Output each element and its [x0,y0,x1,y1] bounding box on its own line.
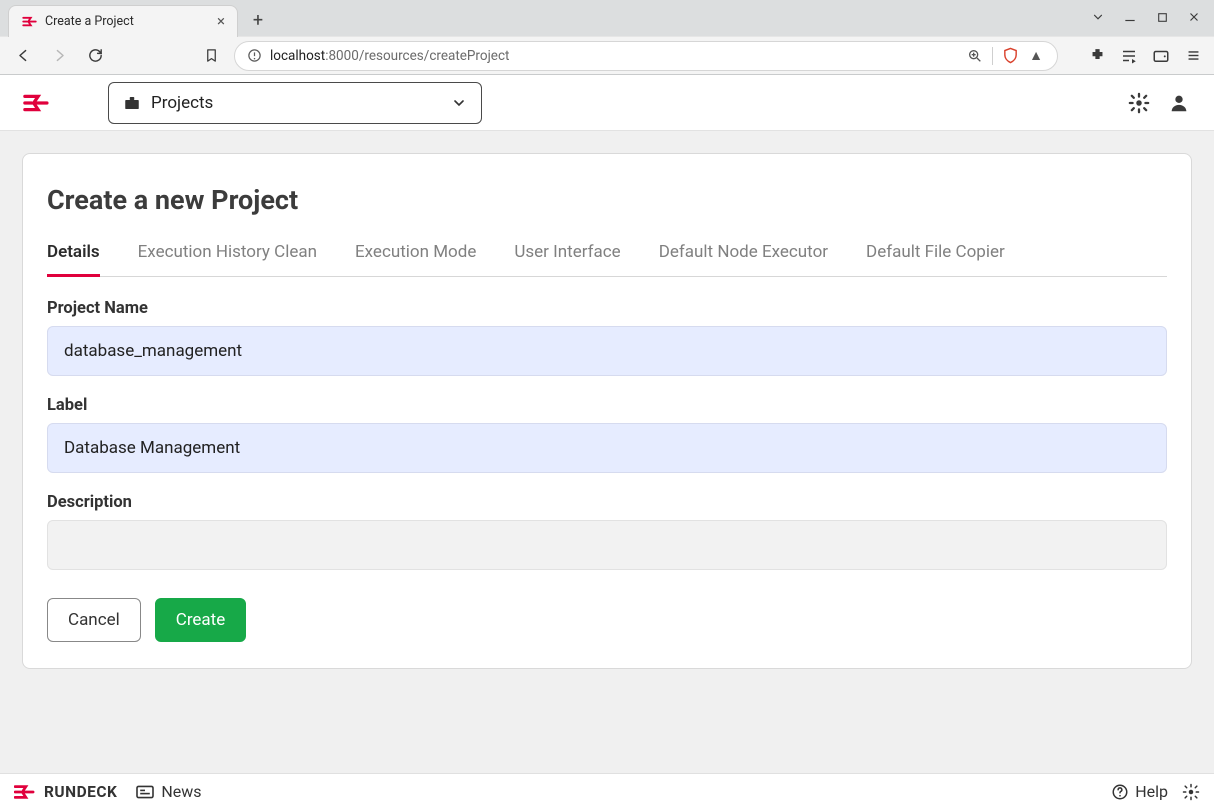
chevron-down-icon [451,95,467,111]
app-header: Projects [0,75,1214,131]
briefcase-icon [123,94,141,112]
extensions-icon[interactable] [1086,45,1108,67]
browser-chrome: Create a Project × + localhost: [0,0,1214,75]
footer-settings-icon[interactable] [1182,783,1200,801]
project-picker[interactable]: Projects [108,82,482,124]
settings-gear-icon[interactable] [1126,90,1152,116]
new-tab-button[interactable]: + [244,6,272,34]
news-icon [135,784,155,800]
footer-brand[interactable]: RUNDECK [14,783,117,801]
brave-rewards-icon[interactable]: ▲ [1027,47,1045,65]
tab-bar: Details Execution History Clean Executio… [47,242,1167,277]
window-controls [1084,3,1208,31]
tab-close-icon[interactable]: × [217,14,225,29]
footer-news[interactable]: News [135,782,201,801]
description-label: Description [47,493,1167,512]
site-info-icon[interactable] [247,48,262,63]
project-picker-label: Projects [151,93,441,113]
tab-default-node-executor[interactable]: Default Node Executor [659,242,828,276]
tab-default-file-copier[interactable]: Default File Copier [866,242,1005,276]
project-name-label: Project Name [47,299,1167,318]
rundeck-logo-icon[interactable] [22,91,52,115]
app: Projects Create a new Project Details Ex… [0,75,1214,808]
tab-details[interactable]: Details [47,242,100,277]
bookmark-icon[interactable] [198,43,224,69]
cancel-button[interactable]: Cancel [47,598,141,642]
footer: RUNDECK News Help [0,773,1214,808]
label-label: Label [47,396,1167,415]
footer-news-text: News [161,782,201,801]
user-icon[interactable] [1166,90,1192,116]
help-icon [1111,783,1129,801]
forward-button [46,43,72,69]
zoom-icon[interactable] [966,47,984,65]
tab-strip: Create a Project × + [0,0,1214,36]
tab-execution-mode[interactable]: Execution Mode [355,242,476,276]
window-maximize-icon[interactable] [1148,3,1176,31]
tab-execution-history-clean[interactable]: Execution History Clean [138,242,317,276]
window-minimize-icon[interactable] [1116,3,1144,31]
create-button[interactable]: Create [155,598,247,642]
browser-tab[interactable]: Create a Project × [8,5,238,37]
back-button[interactable] [10,43,36,69]
url-text: localhost:8000/resources/createProject [270,48,958,64]
page-title: Create a new Project [47,184,1167,216]
browser-toolbar: localhost:8000/resources/createProject ▲ [0,36,1214,74]
window-close-icon[interactable] [1180,3,1208,31]
label-input[interactable] [47,423,1167,473]
tab-search-icon[interactable] [1084,3,1112,31]
address-bar[interactable]: localhost:8000/resources/createProject ▲ [234,41,1058,71]
wallet-icon[interactable] [1150,45,1172,67]
project-name-input[interactable] [47,326,1167,376]
description-input[interactable] [47,520,1167,570]
browser-menu-icon[interactable] [1182,45,1204,67]
create-project-card: Create a new Project Details Execution H… [22,153,1192,669]
reload-button[interactable] [82,43,108,69]
rundeck-logo-icon [14,783,36,801]
tab-favicon-icon [21,14,37,30]
brave-shield-icon[interactable] [1001,47,1019,65]
page-body: Create a new Project Details Execution H… [0,131,1214,773]
footer-help[interactable]: Help [1111,782,1168,801]
footer-brand-text: RUNDECK [44,783,117,801]
tab-title: Create a Project [45,14,209,29]
footer-help-text: Help [1135,782,1168,801]
playlist-icon[interactable] [1118,45,1140,67]
tab-user-interface[interactable]: User Interface [514,242,620,276]
